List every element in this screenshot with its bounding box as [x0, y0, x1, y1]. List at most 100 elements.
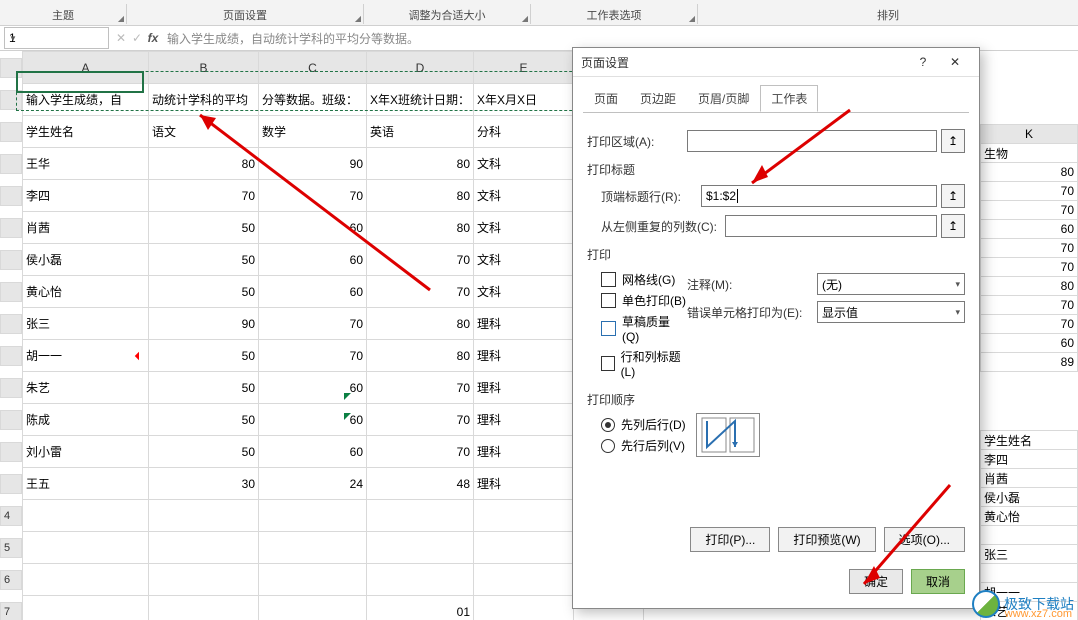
cell[interactable]: 30	[149, 468, 259, 500]
comments-dropdown[interactable]: (无)▾	[817, 273, 965, 295]
cell[interactable]: 80	[981, 277, 1078, 296]
cell[interactable]: X年X月X日	[474, 84, 574, 116]
name-box[interactable]: 1▼	[4, 27, 109, 49]
cell[interactable]: 理科	[474, 340, 574, 372]
fx-icon[interactable]: fx	[145, 31, 161, 45]
row-header[interactable]: 4	[0, 506, 22, 526]
col-header[interactable]: B	[149, 52, 259, 84]
cell[interactable]: 80	[367, 340, 474, 372]
cell[interactable]: 60	[981, 220, 1078, 239]
left-col-input[interactable]	[725, 215, 937, 237]
cell[interactable]: 70	[149, 180, 259, 212]
cell[interactable]: 50	[149, 436, 259, 468]
ribbon-group-page-setup[interactable]: 页面设置	[127, 5, 363, 25]
cell[interactable]: 分等数据。班级：	[259, 84, 367, 116]
cell[interactable]: 黄心怡	[981, 507, 1078, 526]
cell[interactable]	[149, 596, 259, 620]
ribbon-group-sheet-options[interactable]: 工作表选项	[531, 5, 697, 25]
row-header[interactable]	[0, 90, 22, 110]
cell[interactable]: 70	[259, 340, 367, 372]
cell[interactable]: 黄心怡	[23, 276, 149, 308]
cell[interactable]: 张三	[23, 308, 149, 340]
cell[interactable]: 分科	[474, 116, 574, 148]
print-preview-button[interactable]: 打印预览(W)	[778, 527, 875, 552]
cell[interactable]: 60	[981, 334, 1078, 353]
cell[interactable]: 90	[149, 308, 259, 340]
row-header[interactable]	[0, 346, 22, 366]
cell[interactable]: 80	[981, 163, 1078, 182]
cell[interactable]: 70	[367, 244, 474, 276]
tab-page[interactable]: 页面	[583, 85, 629, 112]
print-area-input[interactable]	[687, 130, 937, 152]
cell[interactable]	[149, 500, 259, 532]
col-header[interactable]: D	[367, 52, 474, 84]
options-button[interactable]: 选项(O)...	[884, 527, 965, 552]
cell[interactable]: 肖茜	[981, 469, 1078, 488]
cell[interactable]	[474, 564, 574, 596]
radio-down-over[interactable]: 先列后行(D)	[601, 416, 686, 433]
cell[interactable]: 文科	[474, 276, 574, 308]
row-header[interactable]	[0, 122, 22, 142]
cell[interactable]: 胡一一	[23, 340, 149, 372]
cell[interactable]: 70	[367, 436, 474, 468]
close-button[interactable]: ✕	[939, 55, 971, 69]
cell[interactable]: 50	[149, 212, 259, 244]
collapse-dialog-icon[interactable]: ↥	[941, 214, 965, 238]
select-all-corner[interactable]	[0, 58, 22, 78]
row-header[interactable]	[0, 378, 22, 398]
cell[interactable]: 李四	[981, 450, 1078, 469]
row-header[interactable]	[0, 282, 22, 302]
cell[interactable]: 70	[259, 308, 367, 340]
cell[interactable]: 侯小磊	[981, 488, 1078, 507]
cell[interactable]: 60	[259, 212, 367, 244]
cell[interactable]	[23, 500, 149, 532]
collapse-dialog-icon[interactable]: ↥	[941, 129, 965, 153]
col-header[interactable]: K	[981, 125, 1078, 144]
cell[interactable]: 50	[149, 372, 259, 404]
cell[interactable]: 动统计学科的平均	[149, 84, 259, 116]
tab-header-footer[interactable]: 页眉/页脚	[687, 85, 760, 112]
cell[interactable]: 70	[259, 180, 367, 212]
cell[interactable]: 朱艺	[23, 372, 149, 404]
cell[interactable]	[23, 596, 149, 620]
row-header[interactable]	[0, 250, 22, 270]
row-header[interactable]: 6	[0, 570, 22, 590]
cell[interactable]: 50	[149, 244, 259, 276]
row-header[interactable]	[0, 186, 22, 206]
chk-gridlines[interactable]: 网格线(G)	[601, 271, 687, 288]
cell[interactable]: 刘小雷	[23, 436, 149, 468]
cell[interactable]	[259, 564, 367, 596]
cell[interactable]: 李四	[23, 180, 149, 212]
cell[interactable]: 理科	[474, 468, 574, 500]
cell[interactable]: 文科	[474, 212, 574, 244]
row-header[interactable]	[0, 474, 22, 494]
cell[interactable]: 理科	[474, 404, 574, 436]
errors-dropdown[interactable]: 显示值▾	[817, 301, 965, 323]
cell[interactable]: 肖茜	[23, 212, 149, 244]
cell[interactable]	[474, 596, 574, 620]
cell[interactable]: 80	[367, 148, 474, 180]
cell[interactable]	[367, 564, 474, 596]
cell[interactable]: 70	[367, 372, 474, 404]
cell[interactable]: 张三	[981, 545, 1078, 564]
cell[interactable]	[474, 532, 574, 564]
cell[interactable]: 学生姓名	[981, 431, 1078, 450]
cell[interactable]	[474, 500, 574, 532]
collapse-dialog-icon[interactable]: ↥	[941, 184, 965, 208]
cell[interactable]: 理科	[474, 308, 574, 340]
cancel-button[interactable]: 取消	[911, 569, 965, 594]
cell[interactable]: 文科	[474, 244, 574, 276]
cell[interactable]: 70	[981, 258, 1078, 277]
cell[interactable]: 学生姓名	[23, 116, 149, 148]
cell[interactable]: 文科	[474, 180, 574, 212]
cell[interactable]: 王华	[23, 148, 149, 180]
row-header[interactable]: 7	[0, 602, 22, 620]
radio-over-down[interactable]: 先行后列(V)	[601, 437, 686, 454]
row-header[interactable]	[0, 154, 22, 174]
row-header[interactable]	[0, 218, 22, 238]
spreadsheet-grid[interactable]: A B C D E F 输入学生成绩，自动统计学科的平均分等数据。班级：X年X班…	[0, 51, 644, 620]
cell[interactable]: 89	[981, 353, 1078, 372]
cell[interactable]: 50	[149, 340, 259, 372]
cell[interactable]	[259, 532, 367, 564]
row-header[interactable]	[0, 314, 22, 334]
